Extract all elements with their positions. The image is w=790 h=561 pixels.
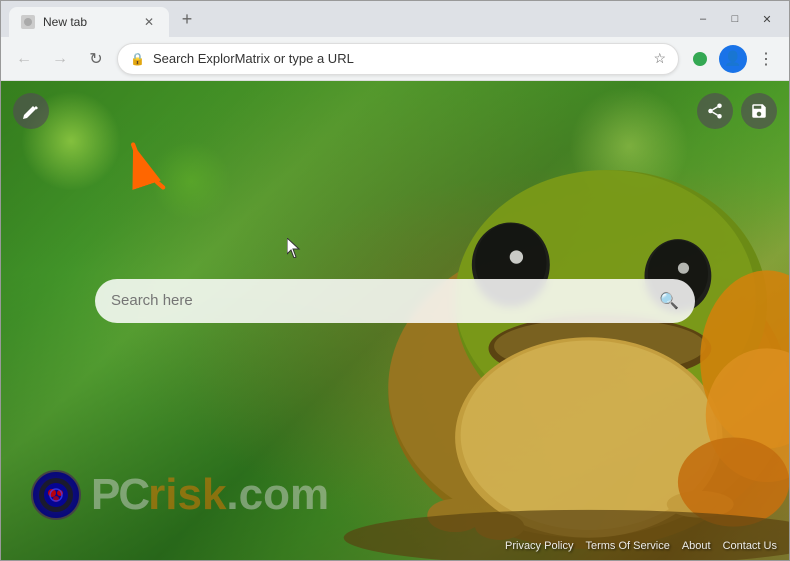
save-button[interactable] [741, 93, 777, 129]
tab-close-button[interactable]: ✕ [141, 14, 157, 30]
minimize-button[interactable]: – [689, 9, 717, 29]
active-tab[interactable]: New tab ✕ [9, 7, 169, 37]
close-button[interactable]: ✕ [753, 9, 781, 29]
profile-button[interactable]: 👤 [719, 45, 747, 73]
browser-toolbar: ← → ↻ 🔒 Search ExplorMatrix or type a UR… [1, 37, 789, 81]
profile-avatar-icon: 👤 [724, 50, 741, 67]
browser-window: New tab ✕ + – □ ✕ ← → ↻ 🔒 Search ExplorM… [0, 0, 790, 561]
orange-arrow-annotation [116, 136, 176, 201]
maximize-button[interactable]: □ [721, 9, 749, 29]
search-input[interactable] [111, 292, 651, 309]
window-controls: – □ ✕ [689, 9, 781, 29]
search-bar-container: 🔍 [95, 279, 695, 323]
forward-button[interactable]: → [45, 44, 75, 74]
pcrisk-tld: .com [226, 470, 329, 520]
pcrisk-brand: PC [91, 470, 148, 520]
tab-label: New tab [43, 15, 133, 29]
contact-us-link[interactable]: Contact Us [723, 540, 777, 552]
pcrisk-logo-inner [39, 478, 73, 512]
omnibox-text: Search ExplorMatrix or type a URL [153, 51, 645, 66]
terms-of-service-link[interactable]: Terms Of Service [585, 540, 669, 552]
share-button[interactable] [697, 93, 733, 129]
menu-button[interactable]: ⋮ [751, 44, 781, 74]
bookmark-star-icon[interactable]: ☆ [653, 50, 666, 67]
tab-strip: New tab ✕ + [9, 1, 689, 37]
security-icon: 🔒 [130, 52, 145, 66]
pcrisk-logo [31, 470, 81, 520]
titlebar: New tab ✕ + – □ ✕ [1, 1, 789, 37]
mouse-cursor [287, 238, 299, 256]
privacy-policy-link[interactable]: Privacy Policy [505, 540, 573, 552]
page-content: 🔍 PC risk .com [1, 81, 789, 560]
new-tab-button[interactable]: + [173, 5, 201, 33]
extension-icon [693, 52, 707, 66]
edit-page-button[interactable] [13, 93, 49, 129]
pcrisk-domain: risk [148, 470, 226, 520]
search-icon[interactable]: 🔍 [659, 291, 679, 311]
back-button[interactable]: ← [9, 44, 39, 74]
pcrisk-watermark: PC risk .com [31, 470, 329, 520]
search-bar[interactable]: 🔍 [95, 279, 695, 323]
extensions-button[interactable] [685, 44, 715, 74]
tab-favicon [21, 15, 35, 29]
reload-button[interactable]: ↻ [81, 44, 111, 74]
pcrisk-text: PC risk .com [91, 470, 329, 520]
about-link[interactable]: About [682, 540, 711, 552]
footer-links: Privacy Policy Terms Of Service About Co… [505, 540, 777, 552]
address-bar[interactable]: 🔒 Search ExplorMatrix or type a URL ☆ [117, 43, 679, 75]
toolbar-right: 👤 ⋮ [685, 44, 781, 74]
page-action-buttons [697, 93, 777, 129]
